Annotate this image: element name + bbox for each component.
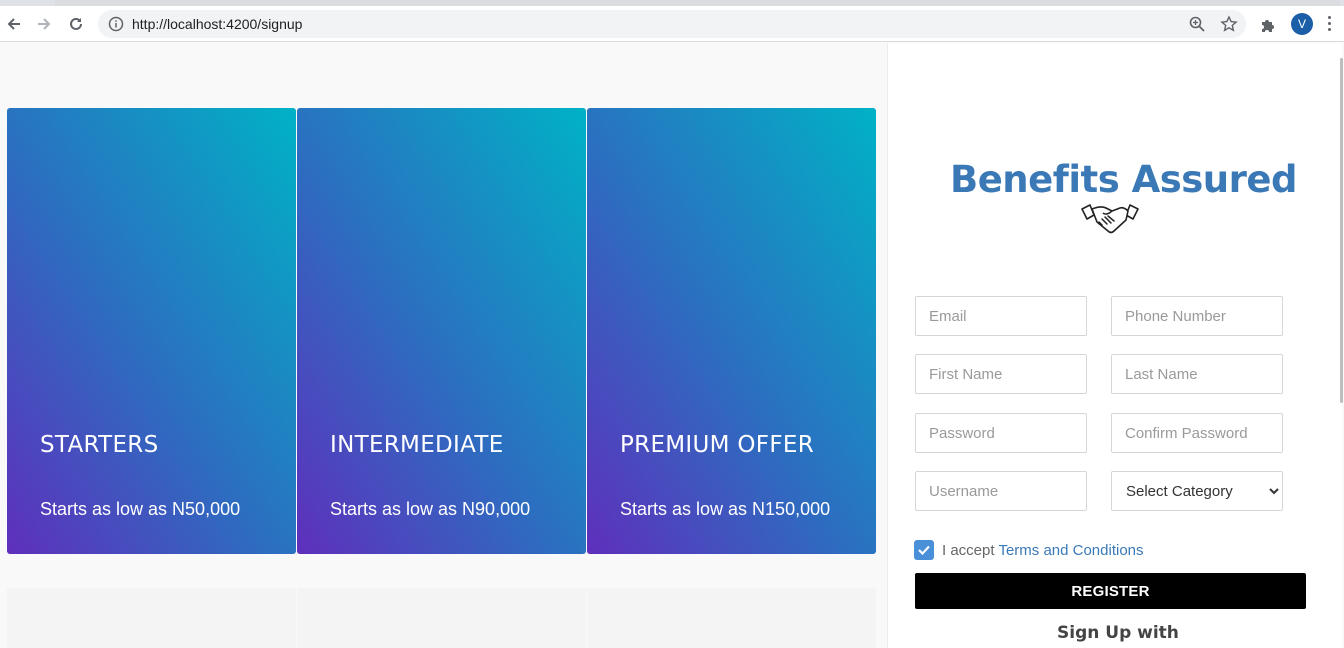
plan-title: INTERMEDIATE (330, 432, 504, 458)
back-arrow-icon (7, 18, 20, 30)
placeholder-card (297, 588, 586, 648)
back-button[interactable] (0, 10, 28, 38)
forward-arrow-icon (38, 18, 51, 30)
plan-card-starters[interactable]: STARTERS Starts as low as N50,000 (7, 108, 296, 554)
browser-toolbar: http://localhost:4200/signup V (0, 6, 1344, 42)
brand-title: Benefits Assured (950, 158, 1297, 201)
plan-price: Starts as low as N150,000 (620, 499, 831, 519)
password-field[interactable] (915, 413, 1087, 453)
category-select[interactable]: Select Category (1111, 471, 1283, 511)
plan-price: Starts as low as N90,000 (330, 499, 531, 519)
terms-link[interactable]: Terms and Conditions (998, 542, 1143, 559)
url-text[interactable]: http://localhost:4200/signup (132, 16, 302, 32)
address-bar[interactable]: http://localhost:4200/signup (98, 10, 1246, 38)
phone-number-field[interactable] (1111, 296, 1283, 336)
placeholder-card (587, 588, 876, 648)
reload-button[interactable] (62, 10, 90, 38)
zoom-icon[interactable] (1188, 15, 1206, 33)
handshake-icon (1081, 204, 1139, 234)
plan-title: STARTERS (40, 432, 159, 458)
terms-label: I accept Terms and Conditions (942, 542, 1144, 559)
avatar-letter: V (1297, 17, 1306, 31)
first-name-field[interactable] (915, 354, 1087, 394)
plan-title: PREMIUM OFFER (620, 432, 814, 458)
site-info-icon[interactable] (108, 16, 124, 32)
extensions-icon[interactable] (1259, 16, 1277, 34)
terms-checkbox[interactable] (914, 540, 934, 560)
checkmark-icon (918, 545, 930, 555)
placeholder-card (7, 588, 296, 648)
toolbar-divider (0, 41, 1344, 42)
plan-card-intermediate[interactable]: INTERMEDIATE Starts as low as N90,000 (297, 108, 586, 554)
email-field[interactable] (915, 296, 1087, 336)
bookmark-star-icon[interactable] (1220, 15, 1238, 33)
username-field[interactable] (915, 471, 1087, 511)
plan-price: Starts as low as N50,000 (40, 499, 241, 519)
page-scrollbar[interactable] (1340, 58, 1343, 403)
signup-with-heading: Sign Up with (1057, 623, 1179, 643)
forward-button[interactable] (30, 10, 58, 38)
profile-avatar[interactable]: V (1291, 13, 1313, 35)
accept-text: I accept (942, 542, 999, 559)
register-button[interactable]: REGISTER (915, 573, 1306, 609)
browser-menu-icon[interactable] (1328, 16, 1332, 34)
last-name-field[interactable] (1111, 354, 1283, 394)
confirm-password-field[interactable] (1111, 413, 1283, 453)
plan-card-premium[interactable]: PREMIUM OFFER Starts as low as N150,000 (587, 108, 876, 554)
reload-icon (70, 17, 82, 30)
